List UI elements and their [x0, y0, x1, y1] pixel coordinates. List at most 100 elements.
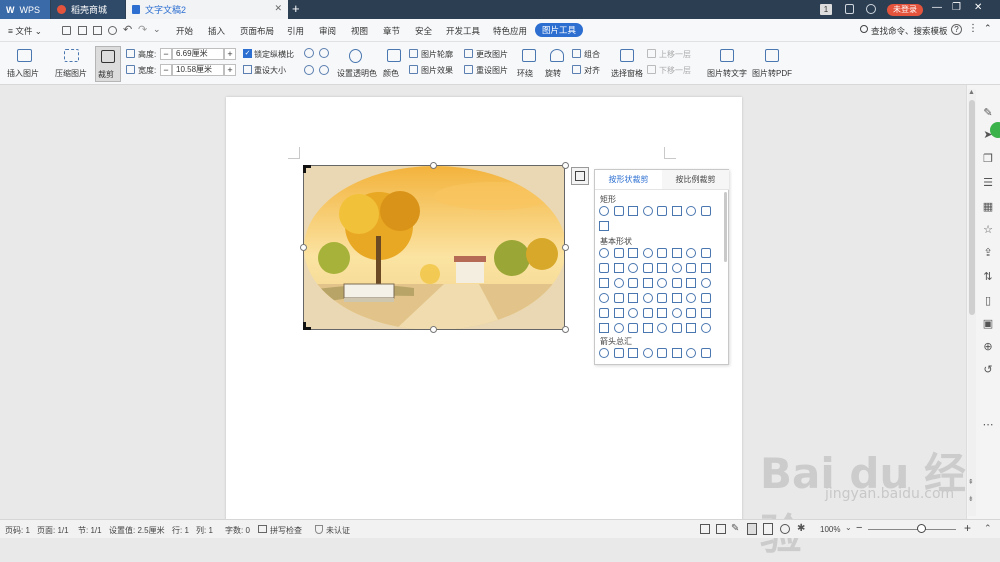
menu-developer[interactable]: 开发工具 [446, 25, 480, 37]
rectangle-shape-option[interactable] [642, 206, 653, 216]
arrow-shape-option[interactable] [657, 348, 667, 358]
basic-shape-option[interactable] [671, 278, 682, 288]
status-pages[interactable]: 页面: 1/1 [37, 525, 69, 536]
library-icon[interactable]: ▦ [981, 200, 995, 214]
collapse-ribbon-icon[interactable]: ⌃ [984, 23, 992, 34]
zoom-slider[interactable] [868, 529, 956, 530]
image-icon[interactable]: ▣ [981, 317, 995, 331]
basic-shape-option[interactable] [671, 308, 682, 318]
export-icon[interactable] [78, 26, 87, 35]
pen-icon[interactable]: ✎ [981, 106, 995, 120]
page-icon[interactable]: ▯ [981, 294, 995, 308]
basic-shape-option[interactable] [657, 293, 667, 303]
outline-view-icon[interactable] [763, 523, 773, 535]
basic-shape-option[interactable] [599, 263, 609, 273]
share-icon[interactable]: ⇪ [981, 246, 995, 260]
tab-crop-by-shape[interactable]: 按形状裁剪 [595, 170, 662, 190]
height-increase-button[interactable]: + [224, 48, 236, 60]
help-button[interactable]: ? [951, 24, 962, 35]
star-icon[interactable]: ☆ [981, 223, 995, 237]
basic-shape-option[interactable] [700, 293, 711, 303]
basic-shape-option[interactable] [686, 248, 696, 258]
basic-shape-option[interactable] [613, 293, 624, 303]
history-icon[interactable]: ↺ [981, 363, 995, 377]
more-icon[interactable]: ⋯ [981, 418, 995, 432]
close-window-button[interactable]: ✕ [974, 2, 982, 13]
rectangle-shape-option[interactable] [628, 206, 638, 216]
basic-shape-option[interactable] [686, 308, 696, 318]
resize-handle-right[interactable] [562, 244, 569, 251]
arrow-shape-option[interactable] [628, 348, 638, 358]
resize-handle-left[interactable] [300, 244, 307, 251]
height-input[interactable]: 6.69厘米 [172, 48, 224, 60]
basic-shape-option[interactable] [686, 263, 696, 273]
scroll-up-icon[interactable]: ▲ [968, 89, 975, 96]
rectangle-shape-option[interactable] [599, 206, 609, 216]
basic-shape-option[interactable] [628, 323, 638, 333]
status-page-number[interactable]: 页码: 1 [5, 525, 30, 536]
picture-to-text-button[interactable]: 图片转文字 [704, 46, 750, 82]
basic-shape-option[interactable] [657, 248, 667, 258]
basic-shape-option[interactable] [613, 323, 624, 333]
zoom-dropdown-icon[interactable]: ⌄ [845, 523, 852, 532]
transfer-icon[interactable]: ⇅ [981, 270, 995, 284]
flip-vertical-icon[interactable] [319, 65, 329, 75]
basic-shape-option[interactable] [700, 278, 711, 288]
basic-shape-option[interactable] [657, 323, 667, 333]
zoom-out-button[interactable]: − [856, 522, 862, 534]
rectangle-shape-option[interactable] [599, 221, 609, 231]
basic-shape-option[interactable] [686, 323, 696, 333]
basic-shape-option[interactable] [671, 248, 682, 258]
basic-shape-option[interactable] [628, 278, 638, 288]
arrow-shape-option[interactable] [599, 348, 609, 358]
eye-protect-icon[interactable]: ✱ [797, 523, 805, 534]
basic-shape-option[interactable] [613, 248, 624, 258]
height-decrease-button[interactable]: − [160, 48, 172, 60]
tab-wps[interactable]: W WPS [0, 0, 50, 19]
basic-shape-option[interactable] [628, 293, 638, 303]
width-decrease-button[interactable]: − [160, 64, 172, 76]
web-view-icon[interactable] [780, 524, 790, 534]
basic-shape-option[interactable] [613, 308, 624, 318]
crop-button[interactable]: 裁剪 [95, 46, 121, 82]
quick-access-dropdown-icon[interactable]: ⌄ [153, 24, 161, 35]
basic-shape-option[interactable] [628, 263, 638, 273]
resize-handle-bottom[interactable] [430, 326, 437, 333]
flip-horizontal-icon[interactable] [304, 65, 314, 75]
basic-shape-option[interactable] [671, 323, 682, 333]
minimize-button[interactable]: — [932, 2, 942, 13]
fullscreen-icon[interactable] [700, 524, 710, 534]
basic-shape-option[interactable] [657, 308, 667, 318]
workspace-badge[interactable]: 1 [820, 4, 832, 15]
basic-shape-option[interactable] [671, 293, 682, 303]
page-view-icon[interactable] [747, 523, 757, 535]
arrow-shape-option[interactable] [671, 348, 682, 358]
basic-shape-option[interactable] [657, 263, 667, 273]
status-bar-more-icon[interactable]: ⌃ [984, 523, 992, 534]
change-picture-button[interactable]: 更改图片 [476, 49, 508, 60]
resize-handle-top[interactable] [430, 162, 437, 169]
status-setting[interactable]: 设置值: 2.5厘米 [109, 525, 165, 536]
tab-crop-by-ratio[interactable]: 按比例裁剪 [662, 170, 729, 190]
scrollbar-thumb[interactable] [969, 100, 975, 315]
picture-effect-button[interactable]: 图片效果 [421, 65, 453, 76]
menu-insert[interactable]: 插入 [208, 25, 225, 37]
menu-file[interactable]: ≡ 文件 ⌄ [8, 25, 42, 37]
status-column[interactable]: 列: 1 [196, 525, 213, 536]
menu-review[interactable]: 审阅 [319, 25, 336, 37]
close-tab-icon[interactable]: ✕ [274, 3, 282, 14]
basic-shape-option[interactable] [599, 248, 609, 258]
basic-shape-option[interactable] [657, 278, 667, 288]
select-pane-button[interactable]: 选择窗格 [610, 46, 644, 82]
rotate-button[interactable]: 旋转 [544, 46, 570, 82]
undo-icon[interactable]: ↶ [123, 23, 132, 36]
print-icon[interactable] [93, 26, 102, 35]
tab-shop[interactable]: 稻壳商城 [51, 0, 125, 19]
set-transparent-button[interactable]: 设置透明色 [335, 46, 379, 82]
menu-special-apps[interactable]: 特色应用 [493, 25, 527, 37]
rotate-right-icon[interactable] [319, 48, 329, 58]
menu-page-layout[interactable]: 页面布局 [240, 25, 274, 37]
command-search[interactable]: 查找命令、搜索模板 [871, 25, 948, 37]
redo-icon[interactable]: ↷ [138, 23, 147, 36]
basic-shape-option[interactable] [599, 278, 609, 288]
